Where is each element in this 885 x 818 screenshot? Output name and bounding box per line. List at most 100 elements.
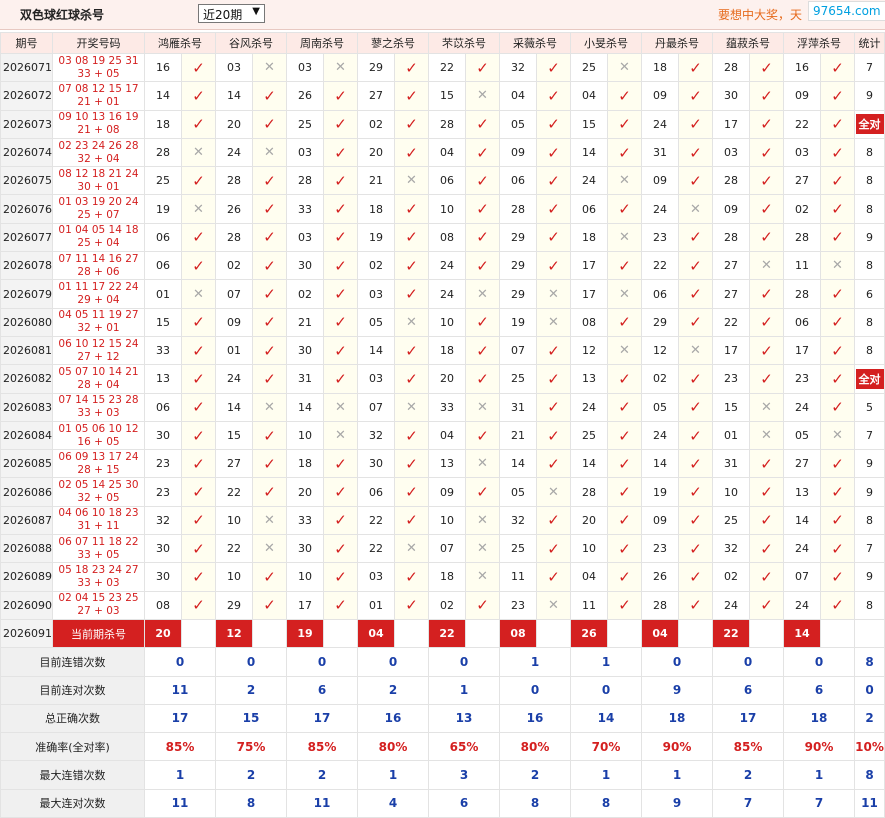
all-correct-badge: 全对 — [855, 114, 884, 135]
winning-numbers: 03 08 19 25 31 33 + 05 — [52, 52, 145, 83]
result-cell: ✓ — [678, 307, 713, 337]
summary-value-text: 1 — [388, 768, 398, 783]
kill-number: 30 — [286, 534, 324, 564]
kill-number: 24 — [783, 392, 821, 422]
col-expert-header[interactable]: 周南杀号 — [286, 32, 358, 54]
check-icon: ✓ — [192, 86, 205, 105]
result-cell: ✓ — [181, 335, 216, 366]
empty-cell — [820, 618, 855, 649]
summary-value-text: 0 — [601, 683, 611, 698]
col-expert-header[interactable]: 小旻杀号 — [570, 32, 642, 54]
kill-number: 15 — [215, 420, 253, 451]
kill-number: 10 — [215, 505, 253, 536]
kill-number: 05 — [499, 109, 537, 139]
result-cell: ✓ — [678, 562, 713, 592]
col-expert-header[interactable]: 芣苡杀号 — [428, 32, 500, 54]
summary-value-text: 85% — [307, 739, 337, 754]
summary-value: 80% — [357, 732, 429, 762]
kill-number: 05 — [783, 420, 821, 451]
result-cell: ✓ — [678, 137, 713, 168]
col-expert-header[interactable]: 丹最杀号 — [641, 32, 713, 54]
summary-value: 0 — [712, 647, 784, 677]
result-cell: ✓ — [749, 166, 784, 196]
check-icon: ✓ — [831, 398, 844, 417]
summary-stat: 2 — [854, 703, 885, 734]
summary-value: 1 — [144, 760, 216, 790]
result-cell: ✓ — [678, 392, 713, 422]
cross-icon: ✕ — [761, 258, 772, 274]
summary-value-text: 2 — [743, 768, 753, 783]
check-icon: ✓ — [405, 58, 418, 77]
result-cell: ✓ — [607, 420, 642, 451]
winning-numbers: 07 08 12 15 17 21 + 01 — [52, 81, 145, 111]
kill-number: 01 — [144, 279, 182, 309]
cross-icon: ✕ — [406, 173, 417, 189]
col-expert-header[interactable]: 谷风杀号 — [215, 32, 287, 54]
summary-stat: 8 — [854, 647, 885, 677]
check-icon: ✓ — [192, 313, 205, 332]
cross-icon: ✕ — [761, 399, 772, 415]
issue-number: 2026085 — [0, 449, 53, 479]
check-icon: ✓ — [689, 58, 702, 77]
current-kill-number: 22 — [428, 618, 466, 649]
header-row: 期号 开奖号码 鸿雁杀号 谷风杀号 周南杀号 蓼之杀号 芣苡杀号 采薇杀号 小旻杀号 丹最杀号 蕴菽… — [0, 32, 885, 54]
kill-number: 25 — [286, 109, 324, 139]
result-cell: ✕ — [678, 194, 713, 224]
check-icon: ✓ — [263, 228, 276, 247]
result-cell: ✓ — [678, 477, 713, 507]
check-icon: ✓ — [618, 143, 631, 162]
result-cell: ✓ — [820, 279, 855, 309]
current-kill-number: 20 — [144, 618, 182, 649]
summary-value-text: 1 — [459, 683, 469, 698]
kill-number: 17 — [712, 335, 750, 366]
check-icon: ✓ — [263, 115, 276, 134]
check-icon: ✓ — [192, 398, 205, 417]
kill-number: 27 — [215, 449, 253, 479]
kill-number: 12 — [641, 335, 679, 366]
col-expert-header[interactable]: 蓼之杀号 — [357, 32, 429, 54]
summary-value-text: 3 — [459, 768, 469, 783]
col-expert-header[interactable]: 鸿雁杀号 — [144, 32, 216, 54]
result-cell: ✓ — [820, 137, 855, 168]
check-icon: ✓ — [192, 256, 205, 275]
check-icon: ✓ — [192, 115, 205, 134]
check-icon: ✓ — [334, 596, 347, 615]
col-expert-header[interactable]: 采薇杀号 — [499, 32, 571, 54]
period-select[interactable]: 近20期 ▼ — [198, 4, 265, 23]
check-icon: ✓ — [476, 483, 489, 502]
cross-icon: ✕ — [193, 145, 204, 161]
check-icon: ✓ — [334, 567, 347, 586]
result-cell: ✓ — [181, 392, 216, 422]
result-cell: ✓ — [394, 52, 429, 83]
check-icon: ✓ — [405, 285, 418, 304]
check-icon: ✓ — [405, 86, 418, 105]
check-icon: ✓ — [192, 228, 205, 247]
check-icon: ✓ — [334, 539, 347, 558]
cross-icon: ✕ — [477, 569, 488, 585]
kill-number: 28 — [286, 166, 324, 196]
issue-number: 2026078 — [0, 251, 53, 281]
check-icon: ✓ — [192, 341, 205, 360]
check-icon: ✓ — [831, 483, 844, 502]
check-icon: ✓ — [760, 369, 773, 388]
kill-number: 25 — [144, 166, 182, 196]
col-expert-header[interactable]: 浮萍杀号 — [783, 32, 855, 54]
cross-icon: ✕ — [477, 541, 488, 557]
check-icon: ✓ — [760, 567, 773, 586]
table-row: 2026090 02 04 15 23 25 27 + 03 08 ✓ 29 ✓ 17 ✓ 01… — [0, 590, 885, 620]
cross-icon: ✕ — [477, 88, 488, 104]
kill-number: 14 — [570, 137, 608, 168]
promo-text[interactable]: 要想中大奖，天 — [718, 6, 802, 23]
winning-numbers: 01 05 06 10 12 16 + 05 — [52, 420, 145, 451]
kill-number: 03 — [286, 222, 324, 253]
col-expert-header[interactable]: 蕴菽杀号 — [712, 32, 784, 54]
kill-number: 30 — [144, 562, 182, 592]
kill-number: 09 — [428, 477, 466, 507]
kill-number: 28 — [570, 477, 608, 507]
summary-value: 0 — [357, 647, 429, 677]
summary-value-text: 0 — [175, 654, 185, 669]
summary-value-text: 2 — [388, 683, 398, 698]
check-icon: ✓ — [405, 596, 418, 615]
check-icon: ✓ — [689, 86, 702, 105]
table-row: 2026080 04 05 11 19 27 32 + 01 15 ✓ 09 ✓ 21 ✓ 05… — [0, 307, 885, 337]
